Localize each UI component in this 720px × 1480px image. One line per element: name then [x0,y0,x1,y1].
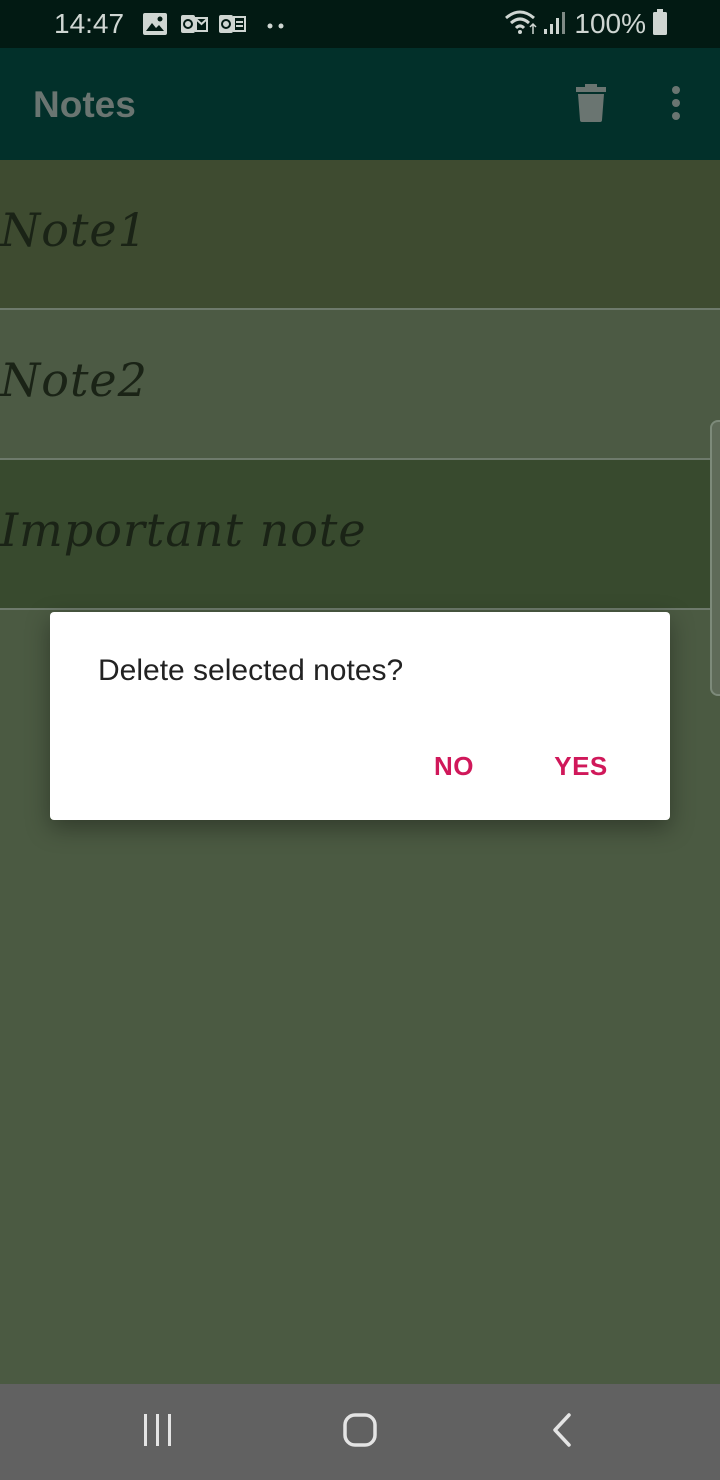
note-item[interactable]: Note1 [0,160,720,310]
status-time: 14:47 [54,8,125,39]
office-icon [218,12,246,41]
note-title: Important note [0,503,367,557]
delete-confirm-dialog: Delete selected notes? NO YES [50,612,670,820]
battery-icon [652,8,668,41]
navigation-bar [0,1384,720,1480]
recents-button[interactable] [118,1404,198,1460]
note-item[interactable]: Important note [0,460,720,610]
note-title: Note2 [0,353,148,407]
notes-list: Note1 Note2 Important note [0,160,720,610]
status-bar: 14:47 100% [0,0,720,48]
home-button[interactable] [320,1404,400,1460]
screen: 14:47 100% Notes Note1 Note2 Important n… [0,0,720,1480]
scrollbar-thumb[interactable] [710,420,720,696]
app-title: Notes [33,84,136,125]
dialog-message: Delete selected notes? [98,654,404,687]
back-icon [550,1412,574,1453]
more-dots-icon [266,18,286,36]
battery-percentage: 100% [574,8,646,39]
more-vert-icon [671,85,681,126]
back-button[interactable] [522,1404,602,1460]
wifi-icon [504,8,540,41]
outlook-icon [180,12,208,41]
trash-icon [576,83,606,127]
note-title: Note1 [0,203,148,257]
gallery-icon [142,12,168,41]
delete-button[interactable] [566,80,616,130]
note-item[interactable]: Note2 [0,310,720,460]
signal-icon [542,9,568,40]
yes-button[interactable]: YES [546,744,616,788]
status-right-group: 100% [504,6,668,42]
overflow-menu-button[interactable] [656,80,696,130]
app-bar: Notes [0,48,720,160]
no-button[interactable]: NO [420,744,488,788]
home-icon [342,1412,378,1453]
recents-icon [142,1413,174,1452]
